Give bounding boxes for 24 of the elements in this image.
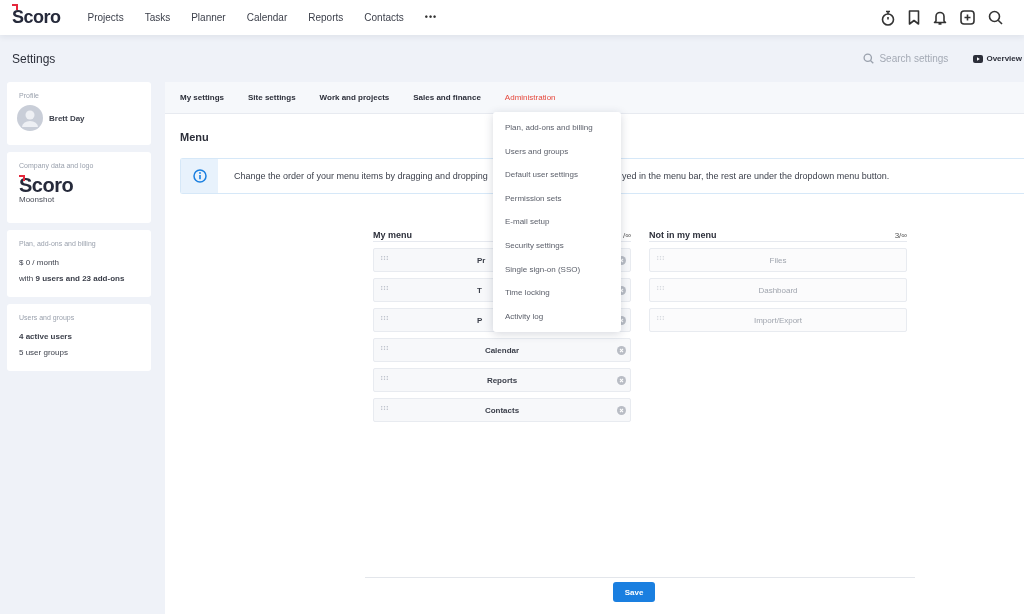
company-name: Moonshot bbox=[19, 195, 56, 204]
card-text: $ 0 / month bbox=[19, 257, 61, 269]
info-text: yed in the menu bar, the rest are under the dropdown menu button. bbox=[622, 171, 890, 181]
menu-item-label: Import/Export bbox=[753, 315, 803, 325]
card-text: 4 active users bbox=[19, 331, 73, 343]
item-count: /∞ bbox=[623, 231, 631, 240]
card-text: with 9 users and 23 add-ons bbox=[19, 273, 126, 285]
profile-name: Brett Day bbox=[49, 113, 85, 123]
card-text: 5 user groups bbox=[19, 347, 69, 359]
menu-item-label: Contacts bbox=[483, 405, 521, 415]
item-count: 3/∞ bbox=[894, 231, 907, 240]
menu-item-label: T bbox=[477, 285, 482, 295]
menu-item-label: Calendar bbox=[483, 345, 521, 355]
column-title: My menu bbox=[373, 230, 412, 240]
menu-item-label: Dashboard bbox=[757, 285, 799, 295]
section-title: Menu bbox=[180, 131, 210, 143]
info-text: Change the order of your menu items by dragging and dropping bbox=[234, 171, 488, 181]
menu-item-label: P bbox=[477, 315, 483, 325]
menu-item-label: Files bbox=[768, 255, 788, 265]
menu-item-label: Pr bbox=[477, 255, 486, 265]
menu-item-label: Reports bbox=[485, 375, 519, 385]
column-title: Not in my menu bbox=[649, 230, 717, 240]
company-logo: Scoro bbox=[19, 175, 74, 195]
page-title: Settings bbox=[12, 51, 56, 66]
